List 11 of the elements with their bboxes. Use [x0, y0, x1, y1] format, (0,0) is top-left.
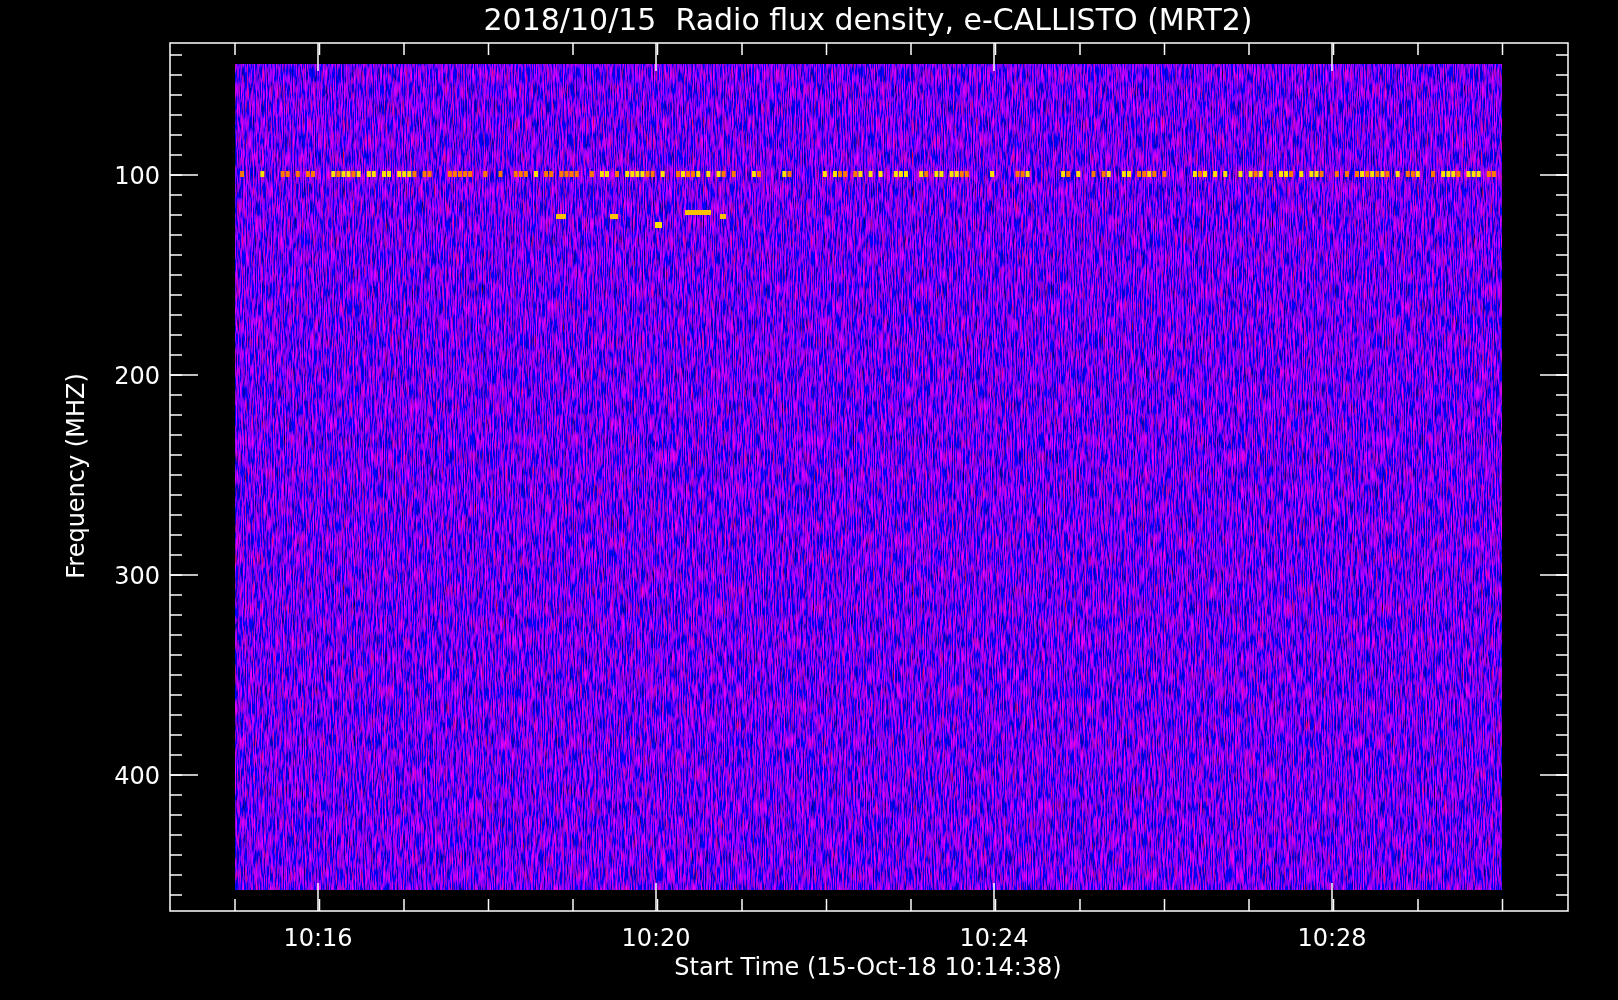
y-tick-label: 200 [114, 362, 160, 390]
x-axis-label: Start Time (15-Oct-18 10:14:38) [674, 953, 1062, 981]
y-tick-label: 100 [114, 162, 160, 190]
y-tick-label: 400 [114, 762, 160, 790]
x-tick-label: 10:24 [959, 924, 1029, 952]
chart-title: 2018/10/15 Radio flux density, e-CALLISTO (MRT2) [483, 2, 1253, 37]
x-tick-label: 10:28 [1297, 924, 1367, 952]
y-axis-label: Frequency (MHZ) [62, 373, 90, 579]
x-tick-label: 10:20 [621, 924, 691, 952]
y-tick-label: 300 [114, 562, 160, 590]
x-tick-label: 10:16 [283, 924, 353, 952]
